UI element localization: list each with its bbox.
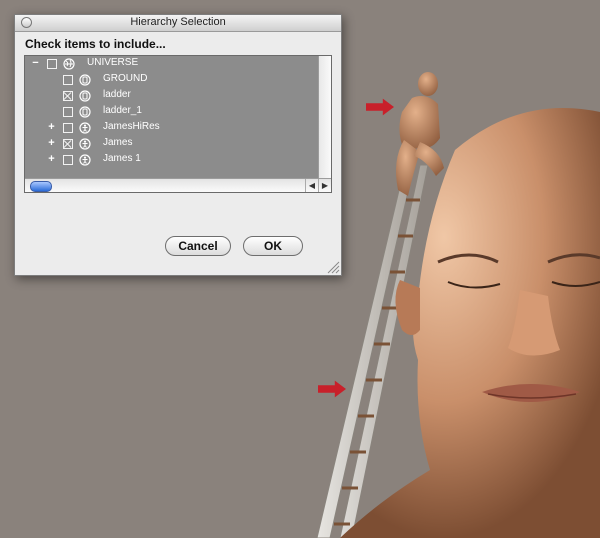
vertical-scrollbar[interactable] xyxy=(318,56,331,178)
prop-icon xyxy=(79,73,91,86)
include-checkbox[interactable] xyxy=(63,75,73,85)
include-checkbox[interactable] xyxy=(63,91,73,101)
prop-icon xyxy=(79,105,91,118)
include-checkbox[interactable] xyxy=(63,155,73,165)
window-title: Hierarchy Selection xyxy=(130,16,226,28)
figure-icon xyxy=(79,153,91,166)
tree-item-label: GROUND xyxy=(103,73,148,84)
tree-row[interactable]: + James 1 xyxy=(25,152,319,167)
annotation-arrow-figure xyxy=(366,98,394,116)
cancel-button[interactable]: Cancel xyxy=(165,236,231,256)
title-bar[interactable]: Hierarchy Selection xyxy=(15,15,341,32)
tree-item-label: James 1 xyxy=(103,153,141,164)
include-checkbox[interactable] xyxy=(63,107,73,117)
expand-toggle[interactable]: + xyxy=(47,138,56,149)
large-head-model xyxy=(340,107,600,538)
scroll-right-arrow[interactable]: ▶ xyxy=(318,179,331,192)
tree-row[interactable]: − UNIVERSE xyxy=(25,56,319,71)
tree-item-label: JamesHiRes xyxy=(103,121,160,132)
instruction-label: Check items to include... xyxy=(25,37,166,51)
tree-row[interactable]: GROUND xyxy=(25,72,319,87)
collapse-toggle[interactable]: − xyxy=(31,58,40,69)
expand-toggle[interactable]: + xyxy=(47,154,56,165)
include-checkbox[interactable] xyxy=(63,139,73,149)
scroll-left-arrow[interactable]: ◀ xyxy=(305,179,318,192)
expand-toggle[interactable]: + xyxy=(47,122,56,133)
prop-icon xyxy=(79,89,91,102)
hierarchy-selection-dialog: Hierarchy Selection Check items to inclu… xyxy=(14,14,342,276)
tree-item-label: James xyxy=(103,137,133,148)
scroll-thumb[interactable] xyxy=(30,181,52,192)
tree-item-label: UNIVERSE xyxy=(87,57,139,68)
tree-row[interactable]: + James xyxy=(25,136,319,151)
tree-item-label: ladder_1 xyxy=(103,105,142,116)
annotation-arrow-ladder-scene xyxy=(318,380,346,398)
tree-row[interactable]: ladder xyxy=(25,88,319,103)
figure-icon xyxy=(79,121,91,134)
hierarchy-tree[interactable]: − UNIVERSE GROUND ladder ladder_1 + JamesHiRes… xyxy=(24,55,332,193)
horizontal-scrollbar[interactable]: ◀ ▶ xyxy=(25,178,331,192)
tree-row[interactable]: ladder_1 xyxy=(25,104,319,119)
tree-row[interactable]: + JamesHiRes xyxy=(25,120,319,135)
tree-item-label: ladder xyxy=(103,89,131,100)
ok-button[interactable]: OK xyxy=(243,236,303,256)
include-checkbox[interactable] xyxy=(63,123,73,133)
globe-icon xyxy=(63,57,75,70)
figure-icon xyxy=(79,137,91,150)
include-checkbox[interactable] xyxy=(47,59,57,69)
resize-grip-icon[interactable] xyxy=(326,260,340,274)
